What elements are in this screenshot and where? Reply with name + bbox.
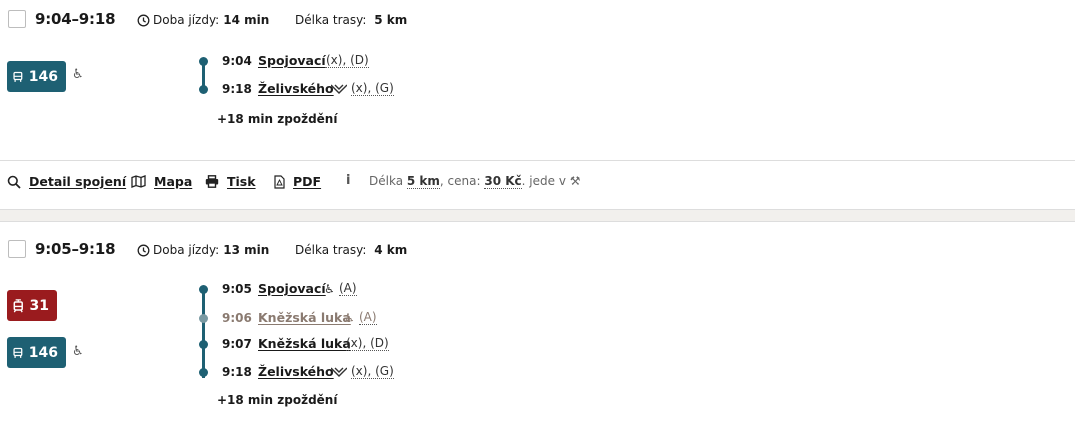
route-line (202, 293, 205, 378)
metro-icon (331, 84, 347, 94)
stop-name-link[interactable]: Kněžská luka (258, 310, 351, 325)
info-suffix: . jede v (521, 174, 566, 188)
line-number: 146 (28, 68, 58, 85)
distance: Délka trasy: 5 km (295, 13, 407, 27)
stop-dot (199, 340, 208, 349)
map-link[interactable]: Mapa (131, 174, 192, 189)
printer-icon (205, 175, 219, 188)
stop-dot (199, 57, 208, 66)
connection-time-range: 9:04–9:18 (35, 10, 116, 28)
wheelchair-icon: ♿ (72, 344, 84, 359)
stop-dot (199, 85, 208, 94)
stop-name-link[interactable]: Spojovací (258, 53, 326, 68)
stop-name-link[interactable]: Kněžská luka (258, 336, 351, 351)
info-price: 30 Kč (484, 174, 522, 189)
connection-checkbox[interactable] (8, 240, 26, 258)
clock-icon (137, 14, 150, 26)
stop-time: 9:07 (222, 337, 252, 351)
info-price-label: , cena: (439, 174, 481, 188)
bus-icon (13, 347, 23, 358)
info-length: 5 km (406, 174, 440, 189)
stop-name-link[interactable]: Spojovací (258, 281, 326, 296)
stop-dot (199, 285, 208, 294)
line-number: 146 (28, 344, 58, 361)
stop-time: 9:04 (222, 54, 252, 68)
metro-icon (331, 367, 347, 377)
line-number: 31 (29, 297, 49, 314)
route-line (202, 65, 205, 87)
connection-toolbar: Detail spojení Mapa Tisk PDF i Délka 5 k… (0, 160, 1075, 210)
delay-text: +18 min zpoždění (217, 112, 338, 126)
search-icon (7, 175, 21, 189)
stop-platform: (A) (339, 281, 357, 296)
connection-checkbox[interactable] (8, 10, 26, 28)
distance-value: 5 km (374, 13, 408, 27)
connection-header: 9:04–9:18 Doba jízdy: 14 min Délka trasy… (0, 9, 1075, 35)
stop-time: 9:05 (222, 282, 252, 296)
wheelchair-icon: ♿ (72, 67, 84, 82)
stop-time: 9:18 (222, 82, 252, 96)
detail-label: Detail spojení (29, 174, 127, 189)
line-badge-bus[interactable]: 146 (7, 61, 66, 92)
connection-separator (0, 210, 1075, 222)
duration-value: 14 min (223, 13, 270, 27)
clock-icon (137, 244, 150, 256)
duration-value: 13 min (223, 243, 270, 257)
stop-time: 9:06 (222, 311, 252, 325)
duration-label: Doba jízdy: (153, 243, 220, 257)
stop-platform: (x), (G) (351, 81, 394, 96)
map-label: Mapa (154, 174, 193, 189)
stop-time: 9:18 (222, 365, 252, 379)
distance: Délka trasy: 4 km (295, 243, 407, 257)
connection-2: 9:05–9:18 Doba jízdy: 13 min Délka trasy… (0, 222, 1075, 437)
duration-label: Doba jízdy: (153, 13, 220, 27)
stop-platform: (x), (D) (346, 336, 389, 351)
info-icon[interactable]: i (346, 173, 350, 188)
pdf-link[interactable]: PDF (274, 174, 321, 189)
tram-icon (13, 298, 23, 312)
stop-name-link[interactable]: Želivského (258, 364, 334, 379)
delay-text: +18 min zpoždění (217, 393, 338, 407)
info-prefix: Délka (369, 174, 404, 188)
connection-time-range: 9:05–9:18 (35, 240, 116, 258)
line-badge-tram[interactable]: 31 (7, 290, 57, 321)
map-icon (131, 175, 146, 188)
stop-platform: (A) (359, 310, 377, 325)
distance-label: Délka trasy: (295, 13, 367, 27)
duration: Doba jízdy: 13 min (137, 243, 269, 257)
pdf-file-icon (274, 174, 285, 189)
stop-dot (199, 314, 208, 323)
wheelchair-icon: ♿ (324, 282, 335, 296)
print-label: Tisk (227, 174, 256, 189)
print-link[interactable]: Tisk (205, 174, 256, 189)
connection-1: 9:04–9:18 Doba jízdy: 14 min Délka trasy… (0, 0, 1075, 160)
stop-platform: (x), (G) (351, 364, 394, 379)
connection-info: Délka 5 km, cena: 30 Kč. jede v ⚒ (369, 174, 581, 189)
operating-days-icon: ⚒ (569, 174, 581, 188)
stop-name-link[interactable]: Želivského (258, 81, 334, 96)
wheelchair-icon: ♿ (344, 311, 355, 325)
stop-dot (199, 368, 208, 377)
pdf-label: PDF (293, 174, 322, 189)
bus-icon (13, 71, 23, 82)
line-badge-bus[interactable]: 146 (7, 337, 66, 368)
detail-link[interactable]: Detail spojení (7, 174, 126, 189)
duration: Doba jízdy: 14 min (137, 13, 269, 27)
stop-platform: (x), (D) (326, 53, 369, 68)
distance-value: 4 km (374, 243, 408, 257)
distance-label: Délka trasy: (295, 243, 367, 257)
connection-header: 9:05–9:18 Doba jízdy: 13 min Délka trasy… (0, 239, 1075, 265)
